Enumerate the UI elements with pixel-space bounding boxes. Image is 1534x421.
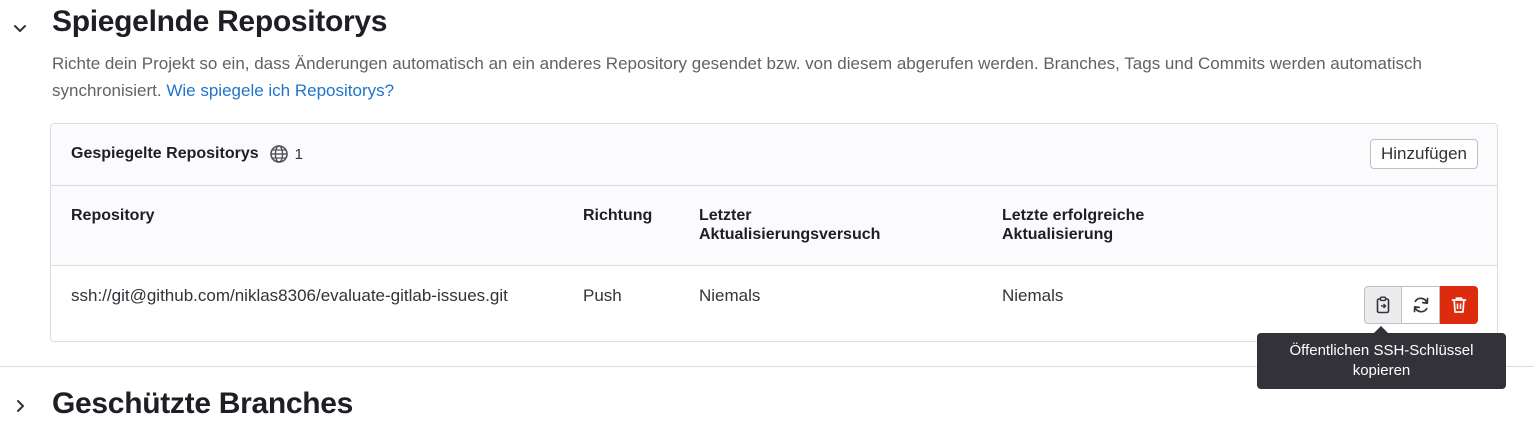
column-header-last-success: Letzte erfolgreiche Aktualisierung	[1002, 207, 1145, 243]
mirror-count: 1	[294, 145, 303, 163]
column-header-repository: Repository	[71, 207, 155, 224]
add-mirror-button[interactable]: Hinzufügen	[1369, 139, 1478, 169]
section-description: Richte dein Projekt so ein, dass Änderun…	[52, 50, 1472, 104]
update-now-button[interactable]	[1402, 286, 1440, 324]
copy-ssh-key-button[interactable]	[1364, 286, 1402, 324]
table-header: Repository Richtung Letzter Aktualisieru…	[51, 186, 1497, 266]
section-title-protected-branches: Geschützte Branches	[52, 387, 354, 420]
retry-icon	[1413, 297, 1428, 313]
trash-icon	[1451, 297, 1467, 313]
column-header-direction: Richtung	[583, 207, 653, 224]
mirror-last-success: Niemals	[1002, 286, 1064, 305]
chevron-right-icon	[17, 400, 24, 412]
card-title-text: Gespiegelte Repositorys	[71, 145, 259, 162]
mirror-last-attempt: Niemals	[699, 286, 761, 305]
card-header: Gespiegelte Repositorys 1 Hinzufügen	[51, 124, 1497, 186]
section-title: Spiegelnde Repositorys	[52, 5, 388, 38]
globe-icon	[269, 144, 289, 164]
chevron-down-icon	[14, 25, 26, 32]
collapse-section-button[interactable]	[8, 16, 32, 40]
mirror-repository-url: ssh://git@github.com/niklas8306/evaluate…	[71, 286, 508, 305]
copy-to-clipboard-icon	[1376, 296, 1390, 314]
column-header-last-attempt: Letzter Aktualisierungsversuch	[699, 207, 881, 243]
delete-mirror-button[interactable]	[1440, 286, 1478, 324]
mirror-direction: Push	[583, 286, 622, 305]
table-row: ssh://git@github.com/niklas8306/evaluate…	[51, 266, 1497, 341]
help-link[interactable]: Wie spiegele ich Repositorys?	[166, 81, 394, 100]
card-title: Gespiegelte Repositorys 1	[71, 144, 303, 164]
tooltip: Öffentlichen SSH-Schlüssel kopieren	[1257, 333, 1506, 389]
mirrored-repositories-card: Gespiegelte Repositorys 1 Hinzufügen Rep…	[50, 123, 1498, 342]
expand-section-button[interactable]	[8, 394, 32, 418]
row-actions	[1364, 286, 1478, 324]
